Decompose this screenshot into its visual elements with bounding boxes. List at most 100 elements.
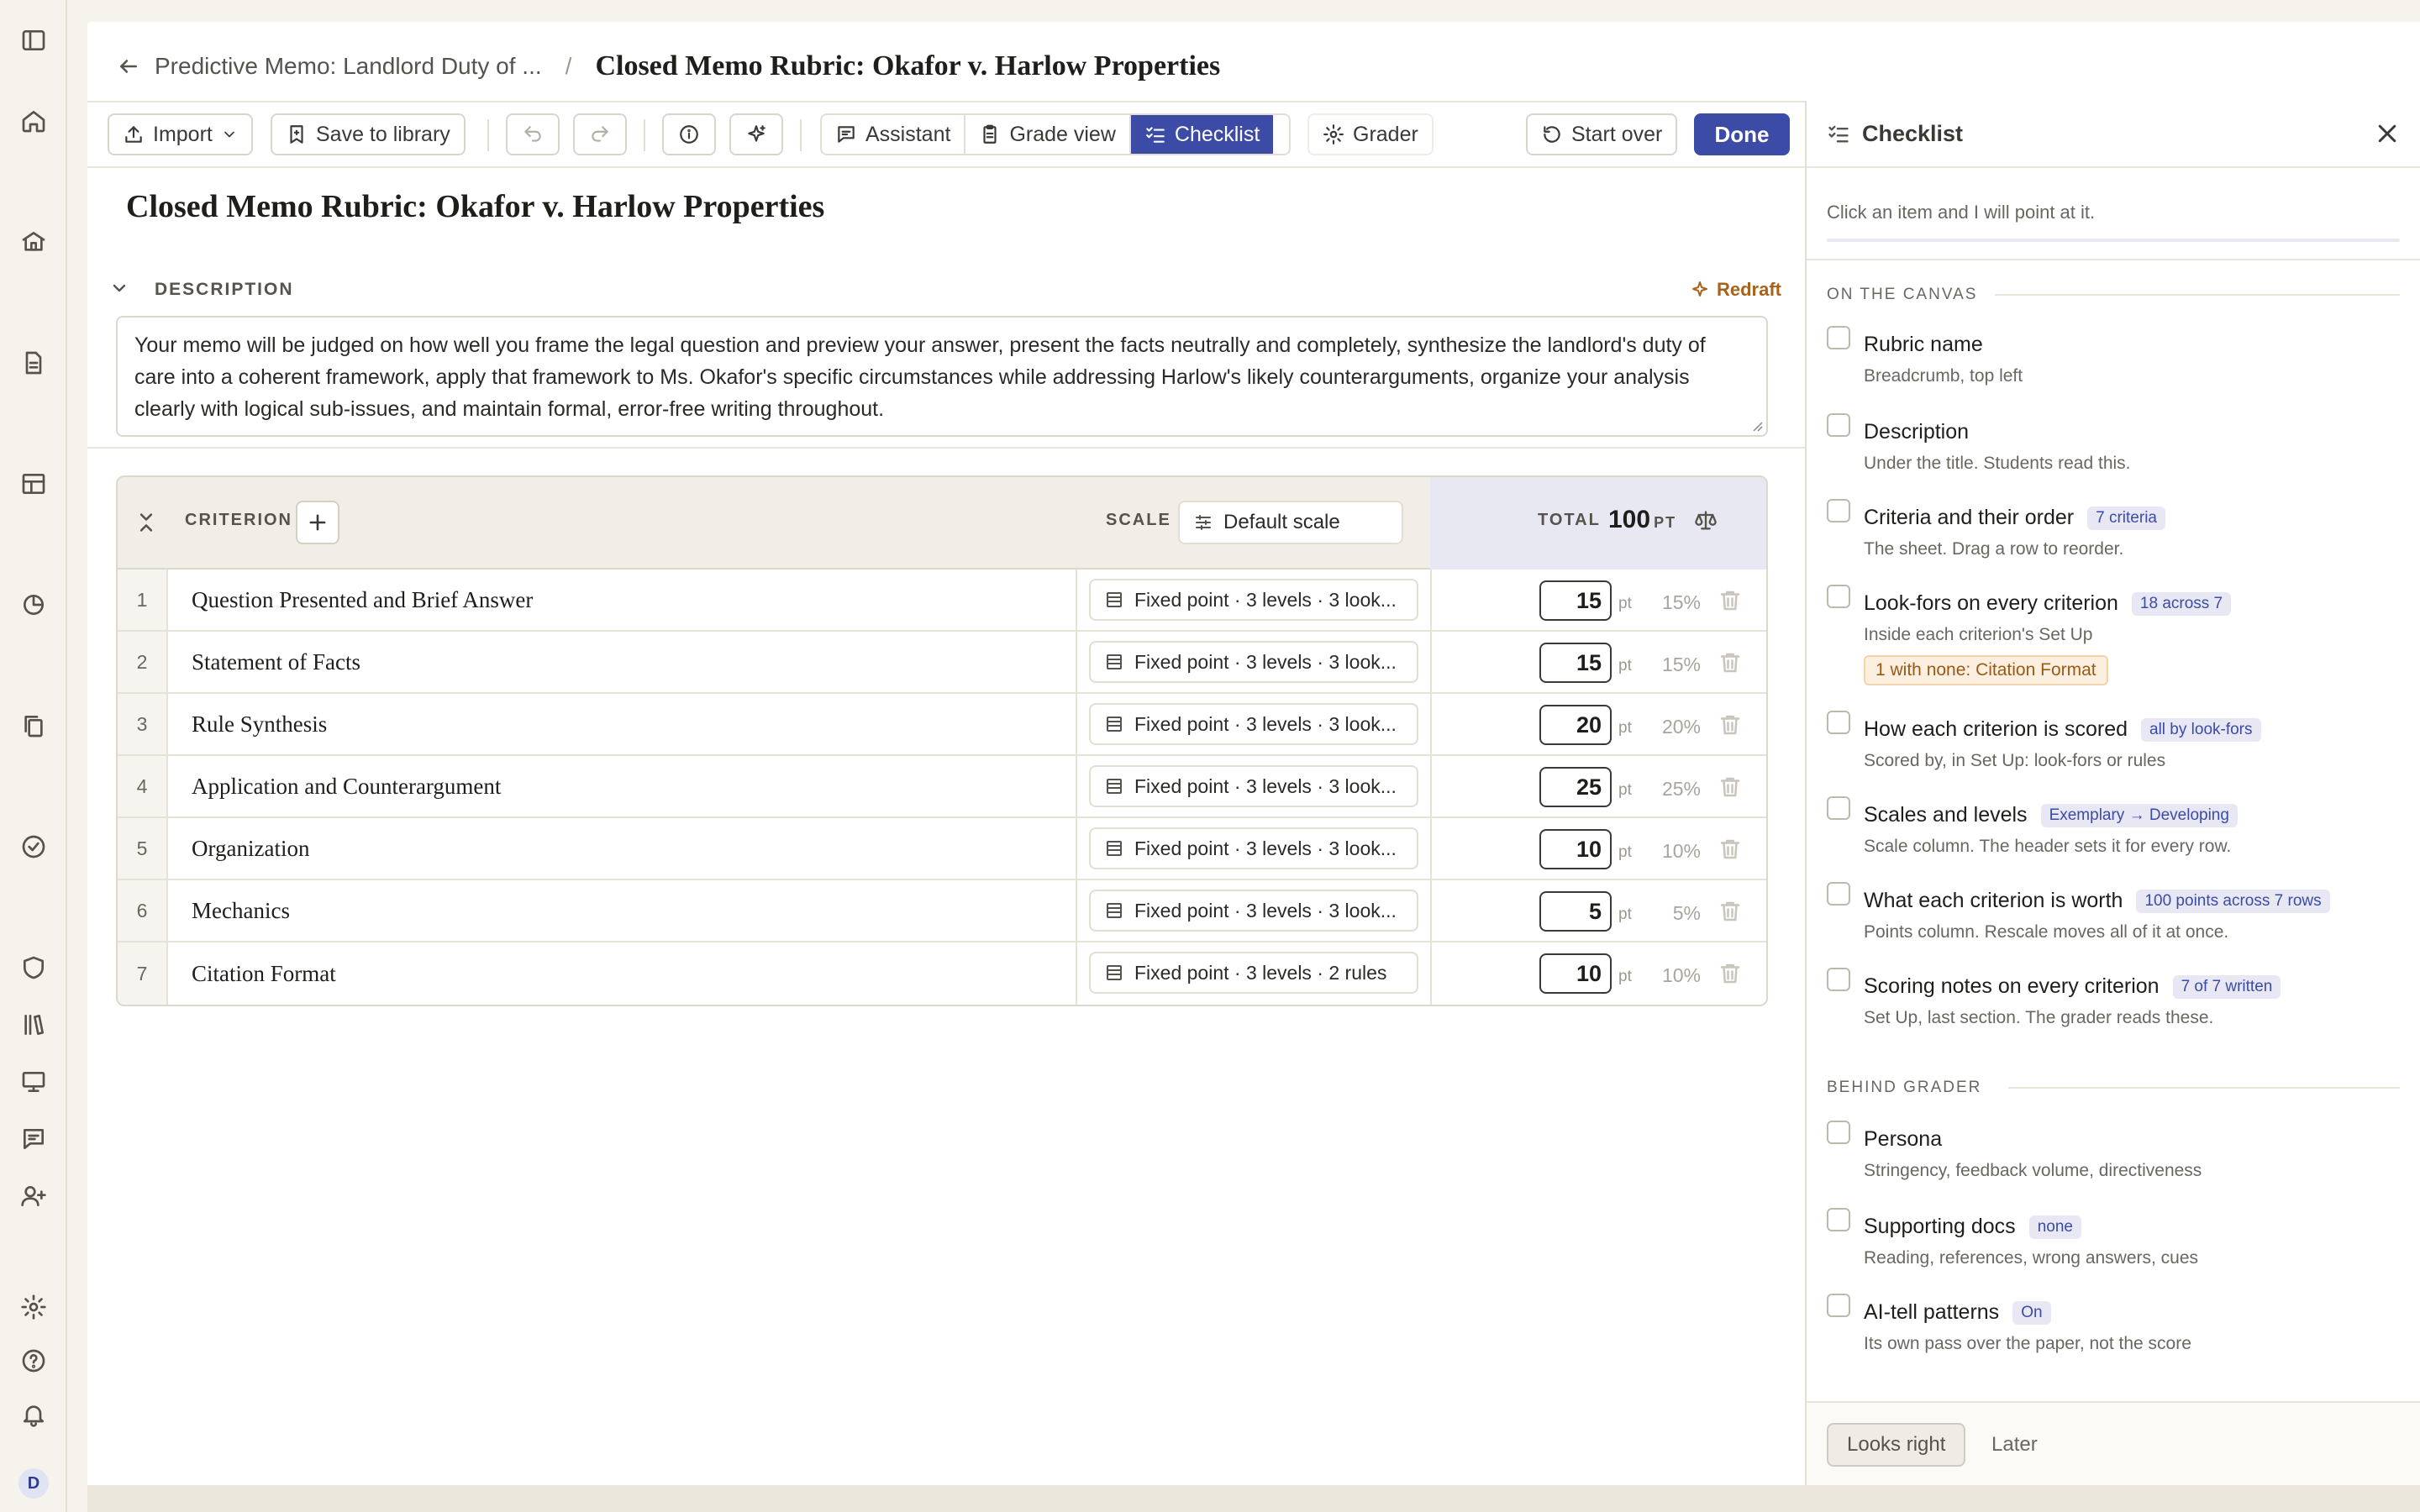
scale-selector[interactable]: Fixed point · 3 levels · 3 look... — [1089, 703, 1418, 745]
checkbox[interactable] — [1827, 326, 1850, 349]
scale-selector[interactable]: Fixed point · 3 levels · 3 look... — [1089, 827, 1418, 869]
import-button[interactable]: Import — [108, 113, 253, 155]
criterion-name[interactable]: Question Presented and Brief Answer — [192, 570, 533, 630]
list-icon — [1107, 841, 1122, 856]
points-input[interactable]: 25 — [1539, 767, 1612, 807]
tab-grade-view[interactable]: Grade view — [965, 115, 1131, 154]
balance-scale-icon[interactable] — [1694, 509, 1718, 537]
row-number[interactable]: 4 — [118, 756, 168, 816]
start-over-button[interactable]: Start over — [1526, 113, 1678, 155]
chevron-down-icon[interactable] — [109, 278, 129, 302]
row-number[interactable]: 3 — [118, 694, 168, 754]
table-icon[interactable] — [18, 469, 49, 499]
later-button[interactable]: Later — [1991, 1433, 2038, 1457]
table-row[interactable]: 5 Organization Fixed point · 3 levels · 3 … — [118, 818, 1766, 880]
close-icon[interactable] — [2375, 121, 2400, 150]
checkbox[interactable] — [1827, 796, 1850, 820]
criterion-name[interactable]: Rule Synthesis — [192, 694, 327, 754]
column-divider — [1430, 942, 1432, 1005]
page-title[interactable]: Closed Memo Rubric: Okafor v. Harlow Pro… — [126, 188, 824, 225]
copy-icon[interactable] — [18, 711, 49, 741]
gear-icon[interactable] — [18, 1292, 49, 1322]
row-number[interactable]: 1 — [118, 570, 168, 630]
scale-selector[interactable]: Fixed point · 3 levels · 3 look... — [1089, 765, 1418, 807]
school-icon[interactable] — [18, 227, 49, 257]
scale-selector[interactable]: Fixed point · 3 levels · 3 look... — [1089, 579, 1418, 621]
checkbox[interactable] — [1827, 968, 1850, 991]
trash-icon[interactable] — [1718, 899, 1743, 928]
library-icon[interactable] — [18, 1010, 49, 1040]
checkbox[interactable] — [1827, 1208, 1850, 1231]
collapse-all-icon[interactable] — [134, 511, 158, 538]
ai-sparkle-button[interactable] — [729, 113, 783, 155]
table-row[interactable]: 3 Rule Synthesis Fixed point · 3 levels · … — [118, 694, 1766, 756]
redo-button[interactable] — [573, 113, 627, 155]
save-to-library-button[interactable]: Save to library — [271, 113, 466, 155]
redraft-button[interactable]: Redraft — [1690, 279, 1781, 301]
row-number[interactable]: 7 — [118, 942, 168, 1005]
analytics-icon[interactable] — [18, 590, 49, 620]
criterion-name[interactable]: Citation Format — [192, 942, 336, 1005]
undo-button[interactable] — [506, 113, 560, 155]
trash-icon[interactable] — [1718, 712, 1743, 742]
tab-checklist[interactable]: Checklist — [1130, 115, 1274, 154]
presentation-icon[interactable] — [18, 1067, 49, 1097]
points-input[interactable]: 10 — [1539, 829, 1612, 869]
trash-icon[interactable] — [1718, 588, 1743, 617]
checkbox[interactable] — [1827, 882, 1850, 906]
avatar[interactable]: D — [18, 1468, 49, 1499]
criterion-name[interactable]: Statement of Facts — [192, 632, 360, 692]
add-criterion-button[interactable] — [296, 501, 339, 544]
scale-selector[interactable]: Fixed point · 3 levels · 3 look... — [1089, 890, 1418, 932]
help-icon[interactable] — [18, 1346, 49, 1376]
checkbox[interactable] — [1827, 585, 1850, 608]
trash-icon[interactable] — [1718, 961, 1743, 990]
warning-badge[interactable]: 1 with none: Citation Format — [1864, 655, 2108, 685]
points-input[interactable]: 20 — [1539, 705, 1612, 745]
criterion-name[interactable]: Application and Counterargument — [192, 756, 501, 816]
points-input[interactable]: 5 — [1539, 891, 1612, 932]
shield-icon[interactable] — [18, 953, 49, 983]
points-input[interactable]: 15 — [1539, 580, 1612, 621]
checkbox[interactable] — [1827, 499, 1850, 522]
sidebar-toggle-icon[interactable] — [18, 25, 49, 55]
checkbox[interactable] — [1827, 413, 1850, 437]
done-button[interactable]: Done — [1694, 113, 1790, 155]
table-row[interactable]: 6 Mechanics Fixed point · 3 levels · 3 loo… — [118, 880, 1766, 942]
table-row[interactable]: 2 Statement of Facts Fixed point · 3 level… — [118, 632, 1766, 694]
breadcrumb-parent-link[interactable]: Predictive Memo: Landlord Duty of ... — [155, 53, 542, 80]
table-row[interactable]: 1 Question Presented and Brief Answer Fixe… — [118, 570, 1766, 632]
checkbox[interactable] — [1827, 1294, 1850, 1317]
document-icon[interactable] — [18, 348, 49, 378]
tab-assistant[interactable]: Assistant — [822, 115, 966, 154]
grader-button[interactable]: Grader — [1307, 113, 1434, 155]
row-number[interactable]: 2 — [118, 632, 168, 692]
scale-selector[interactable]: Fixed point · 3 levels · 2 rules — [1089, 952, 1418, 994]
check-circle-icon[interactable] — [18, 832, 49, 862]
trash-icon[interactable] — [1718, 774, 1743, 804]
scale-selector[interactable]: Fixed point · 3 levels · 3 look... — [1089, 641, 1418, 683]
points-input[interactable]: 15 — [1539, 643, 1612, 683]
criterion-name[interactable]: Organization — [192, 818, 309, 879]
default-scale-button[interactable]: Default scale — [1178, 501, 1403, 544]
criterion-name[interactable]: Mechanics — [192, 880, 290, 941]
bell-icon[interactable] — [18, 1399, 49, 1430]
trash-icon[interactable] — [1718, 837, 1743, 866]
table-row[interactable]: 4 Application and Counterargument Fixed po… — [118, 756, 1766, 818]
home-icon[interactable] — [18, 106, 49, 136]
row-number[interactable]: 5 — [118, 818, 168, 879]
trash-icon[interactable] — [1718, 650, 1743, 680]
toolbar-divider — [644, 119, 645, 151]
looks-right-button[interactable]: Looks right — [1827, 1423, 1966, 1467]
resize-handle-icon[interactable] — [1749, 418, 1763, 432]
info-button[interactable] — [662, 113, 716, 155]
add-user-icon[interactable] — [18, 1181, 49, 1211]
row-number[interactable]: 6 — [118, 880, 168, 941]
back-arrow-icon[interactable] — [118, 55, 139, 77]
checkbox[interactable] — [1827, 711, 1850, 734]
chat-icon[interactable] — [18, 1124, 49, 1154]
description-textarea[interactable]: Your memo will be judged on how well you… — [116, 316, 1768, 437]
table-row[interactable]: 7 Citation Format Fixed point · 3 levels ·… — [118, 942, 1766, 1005]
checkbox[interactable] — [1827, 1121, 1850, 1144]
points-input[interactable]: 10 — [1539, 953, 1612, 994]
